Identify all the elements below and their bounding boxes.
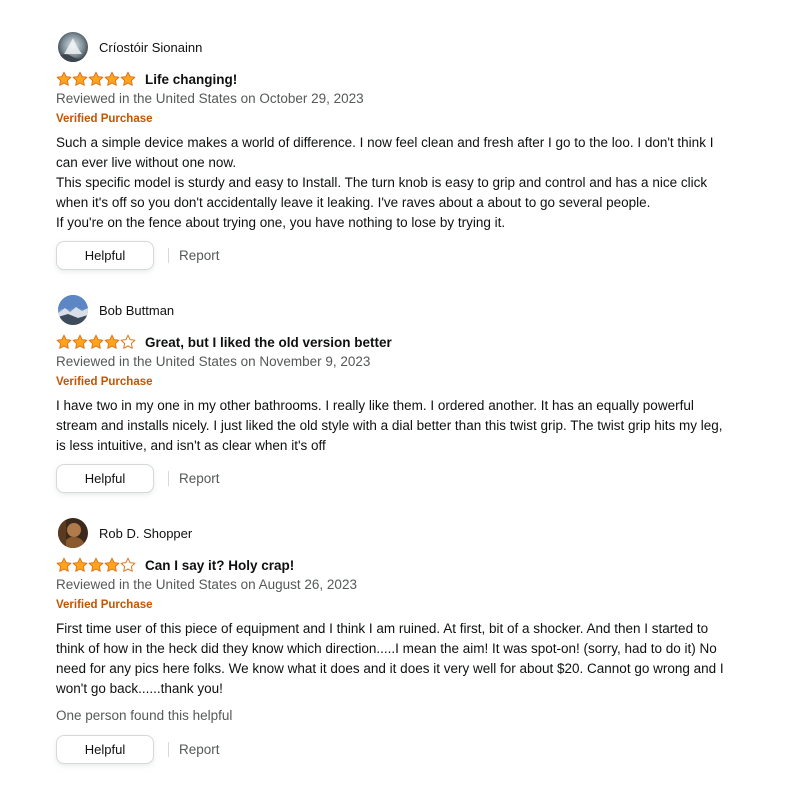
review-date: Reviewed in the United States on October… — [56, 91, 364, 106]
star-filled-icon — [56, 71, 72, 87]
review-card: Bob Buttman Great, but I liked the old v… — [56, 295, 756, 493]
review-body-paragraph: First time user of this piece of equipme… — [56, 621, 724, 696]
verified-purchase-badge: Verified Purchase — [56, 599, 153, 611]
helpful-button[interactable]: Helpful — [56, 464, 154, 493]
report-link[interactable]: Report — [179, 248, 220, 263]
star-filled-icon — [104, 557, 120, 573]
verified-purchase-badge: Verified Purchase — [56, 113, 153, 125]
review-body-paragraph: Such a simple device makes a world of di… — [56, 135, 714, 170]
star-rating[interactable] — [56, 334, 136, 350]
helpful-button[interactable]: Helpful — [56, 241, 154, 270]
review-title[interactable]: Life changing! — [145, 72, 237, 87]
profile-name[interactable]: Rob D. Shopper — [99, 526, 192, 541]
review-body: First time user of this piece of equipme… — [56, 619, 736, 699]
avatar[interactable] — [58, 295, 88, 325]
reviewer-profile[interactable]: Bob Buttman — [56, 295, 756, 327]
divider — [168, 471, 169, 486]
divider — [168, 248, 169, 263]
review-date: Reviewed in the United States on August … — [56, 577, 357, 592]
verified-purchase-badge: Verified Purchase — [56, 376, 153, 388]
profile-name[interactable]: Bob Buttman — [99, 303, 174, 318]
star-filled-icon — [56, 557, 72, 573]
review-body-paragraph: If you're on the fence about trying one,… — [56, 215, 506, 230]
star-filled-icon — [72, 334, 88, 350]
review-title-row: Great, but I liked the old version bette… — [56, 332, 392, 352]
star-rating[interactable] — [56, 71, 136, 87]
star-filled-icon — [72, 557, 88, 573]
report-link[interactable]: Report — [179, 471, 220, 486]
review-title-row: Life changing! — [56, 69, 237, 89]
star-filled-icon — [120, 71, 136, 87]
star-filled-icon — [104, 334, 120, 350]
review-body: Such a simple device makes a world of di… — [56, 133, 736, 233]
star-empty-icon — [120, 557, 136, 573]
review-title[interactable]: Great, but I liked the old version bette… — [145, 335, 392, 350]
review-actions: Helpful Report — [56, 734, 220, 765]
star-filled-icon — [56, 334, 72, 350]
helpful-button[interactable]: Helpful — [56, 735, 154, 764]
star-filled-icon — [88, 334, 104, 350]
profile-name[interactable]: Críostóir Sionainn — [99, 40, 202, 55]
divider — [168, 742, 169, 757]
star-filled-icon — [88, 557, 104, 573]
review-card: Rob D. Shopper Can I say it? Holy crap! … — [56, 518, 756, 764]
star-rating[interactable] — [56, 557, 136, 573]
review-body: I have two in my one in my other bathroo… — [56, 396, 736, 456]
star-filled-icon — [72, 71, 88, 87]
star-filled-icon — [104, 71, 120, 87]
review-date: Reviewed in the United States on Novembe… — [56, 354, 371, 369]
review-actions: Helpful Report — [56, 463, 220, 494]
reviewer-profile[interactable]: Rob D. Shopper — [56, 518, 756, 550]
review-actions: Helpful Report — [56, 240, 220, 271]
review-title-row: Can I say it? Holy crap! — [56, 555, 294, 575]
helpful-count: One person found this helpful — [56, 708, 233, 723]
avatar[interactable] — [58, 518, 88, 548]
avatar[interactable] — [58, 32, 88, 62]
star-filled-icon — [88, 71, 104, 87]
review-body-paragraph: This specific model is sturdy and easy t… — [56, 175, 708, 210]
review-card: Críostóir Sionainn Life changing! Review… — [56, 32, 756, 270]
report-link[interactable]: Report — [179, 742, 220, 757]
star-empty-icon — [120, 334, 136, 350]
review-body-paragraph: I have two in my one in my other bathroo… — [56, 398, 723, 453]
review-title[interactable]: Can I say it? Holy crap! — [145, 558, 294, 573]
reviewer-profile[interactable]: Críostóir Sionainn — [56, 32, 756, 64]
